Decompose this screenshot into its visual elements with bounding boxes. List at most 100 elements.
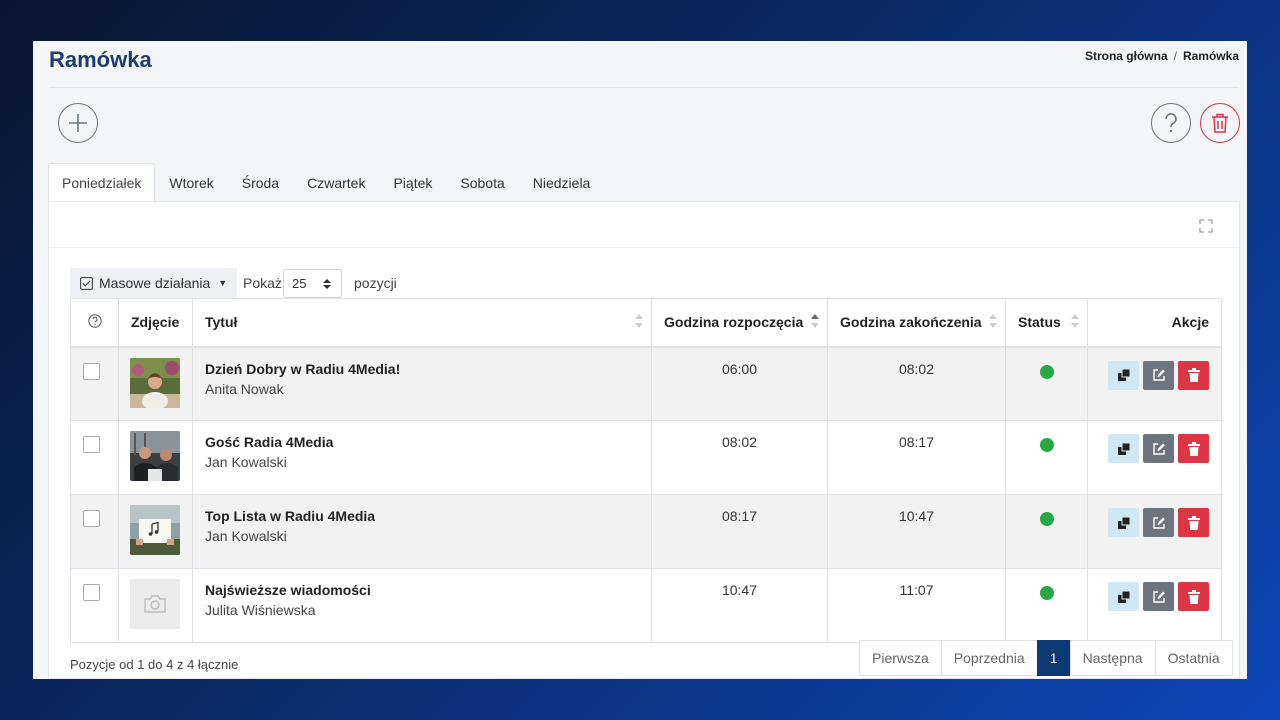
edit-button[interactable] <box>1143 360 1174 390</box>
table-row: Top Lista w Radiu 4Media Jan Kowalski 08… <box>70 494 1222 569</box>
status-indicator <box>1039 438 1054 452</box>
schedule-table: Zdjęcie Tytuł Godzina rozpoczęcia Godzin… <box>70 298 1222 643</box>
trash-icon <box>1187 515 1200 530</box>
status-column-header[interactable]: Status <box>1005 298 1088 348</box>
copy-icon <box>1117 368 1130 381</box>
copy-button[interactable] <box>1108 360 1139 390</box>
page-title: Ramówka <box>49 47 152 72</box>
items-label: pozycji <box>354 275 397 291</box>
tab-friday[interactable]: Piątek <box>379 163 446 201</box>
question-icon <box>1165 113 1177 133</box>
fullscreen-icon[interactable] <box>1199 219 1213 238</box>
delete-button[interactable] <box>1178 508 1209 537</box>
row-start: 08:17 <box>651 494 828 569</box>
row-checkbox[interactable] <box>83 584 100 601</box>
row-photo[interactable] <box>130 431 180 481</box>
row-actions <box>1100 508 1209 537</box>
table-row: Dzień Dobry w Radiu 4Media! Anita Nowak … <box>70 346 1222 421</box>
copy-button[interactable] <box>1108 508 1139 537</box>
breadcrumb: Strona główna / Ramówka <box>1085 49 1239 63</box>
sort-asc-icon <box>811 314 819 328</box>
edit-icon <box>1152 516 1165 529</box>
bulk-actions-button[interactable]: Masowe działania ▼ <box>70 268 238 298</box>
tab-monday[interactable]: Poniedziałek <box>48 163 156 201</box>
delete-button[interactable] <box>1178 434 1209 463</box>
delete-all-button[interactable] <box>1200 103 1240 143</box>
edit-button[interactable] <box>1143 508 1174 537</box>
plus-icon <box>69 114 87 132</box>
app-frame: Ramówka Strona główna / Ramówka Poniedział… <box>33 41 1247 679</box>
edit-icon <box>1152 442 1165 455</box>
trash-icon <box>1187 368 1200 382</box>
row-photo[interactable] <box>130 357 180 408</box>
tab-sunday[interactable]: Niedziela <box>519 163 605 201</box>
row-end: 08:17 <box>827 420 1006 495</box>
sort-icon <box>635 314 643 328</box>
camera-icon <box>144 595 166 613</box>
title-column-header[interactable]: Tytuł <box>192 298 652 348</box>
select-arrows-icon <box>323 279 331 289</box>
current-page-button[interactable]: 1 <box>1036 640 1071 676</box>
checkbox-icon <box>80 276 93 290</box>
row-author: Julita Wiśniewska <box>205 602 316 618</box>
add-button[interactable] <box>58 103 98 143</box>
start-column-header[interactable]: Godzina rozpoczęcia <box>651 298 828 348</box>
edit-button[interactable] <box>1143 582 1174 611</box>
copy-icon <box>1117 590 1130 603</box>
copy-button[interactable] <box>1108 582 1139 611</box>
row-photo[interactable] <box>130 505 180 555</box>
edit-icon <box>1152 369 1165 381</box>
status-indicator <box>1039 364 1054 379</box>
pagination-info: Pozycje od 1 do 4 z 4 łącznie <box>70 657 239 672</box>
row-end: 08:02 <box>827 346 1006 421</box>
row-author: Anita Nowak <box>205 380 284 397</box>
row-author: Jan Kowalski <box>205 454 287 470</box>
row-title: Najświeższe wiadomości <box>205 582 371 598</box>
breadcrumb-separator: / <box>1173 49 1177 63</box>
row-checkbox[interactable] <box>83 362 100 380</box>
day-tabs: Poniedziałek Wtorek Środa Czwartek Piąte… <box>48 163 604 201</box>
help-button[interactable] <box>1151 103 1191 143</box>
row-checkbox[interactable] <box>83 436 100 453</box>
last-page-button[interactable]: Ostatnia <box>1154 640 1233 676</box>
row-actions <box>1100 360 1209 390</box>
copy-icon <box>1117 442 1130 455</box>
first-page-button[interactable]: Pierwsza <box>859 640 942 676</box>
row-start: 08:02 <box>651 420 828 495</box>
end-header-label: Godzina zakończenia <box>840 314 982 331</box>
prev-page-button[interactable]: Poprzednia <box>940 640 1038 676</box>
trash-icon <box>1187 589 1200 604</box>
row-title: Dzień Dobry w Radiu 4Media! <box>205 360 401 377</box>
caret-down-icon: ▼ <box>218 278 228 288</box>
question-circle-icon[interactable] <box>87 314 102 328</box>
edit-button[interactable] <box>1143 434 1174 463</box>
pagination: Pierwsza Poprzednia 1 Następna Ostatnia <box>859 640 1233 676</box>
actions-column-header: Akcje <box>1087 298 1222 348</box>
tab-saturday[interactable]: Sobota <box>446 163 518 201</box>
breadcrumb-current: Ramówka <box>1182 49 1239 63</box>
row-title: Gość Radia 4Media <box>205 434 334 450</box>
status-indicator <box>1039 512 1054 526</box>
delete-button[interactable] <box>1178 582 1209 611</box>
row-checkbox[interactable] <box>83 510 100 527</box>
bulk-actions-label: Masowe działania <box>99 275 211 291</box>
page-header: Ramówka Strona główna / Ramówka <box>49 41 1239 88</box>
row-start: 10:47 <box>651 568 828 643</box>
page-size-select[interactable]: 25 <box>283 269 342 298</box>
copy-button[interactable] <box>1108 434 1139 463</box>
tab-thursday[interactable]: Czwartek <box>293 163 379 201</box>
tab-wednesday[interactable]: Środa <box>228 163 293 201</box>
next-page-button[interactable]: Następna <box>1069 640 1156 676</box>
row-title: Top Lista w Radiu 4Media <box>205 508 376 524</box>
end-column-header[interactable]: Godzina zakończenia <box>827 298 1006 348</box>
row-photo-placeholder[interactable] <box>130 579 180 629</box>
table-header-row: Zdjęcie Tytuł Godzina rozpoczęcia Godzin… <box>70 298 1222 348</box>
row-actions <box>1100 582 1209 611</box>
tab-tuesday[interactable]: Wtorek <box>155 163 227 201</box>
row-actions <box>1100 434 1209 463</box>
breadcrumb-home[interactable]: Strona główna <box>1085 49 1168 63</box>
table-row: Najświeższe wiadomości Julita Wiśniewska… <box>70 568 1222 643</box>
delete-button[interactable] <box>1178 360 1209 390</box>
row-end: 10:47 <box>827 494 1006 569</box>
trash-icon <box>1212 113 1228 133</box>
